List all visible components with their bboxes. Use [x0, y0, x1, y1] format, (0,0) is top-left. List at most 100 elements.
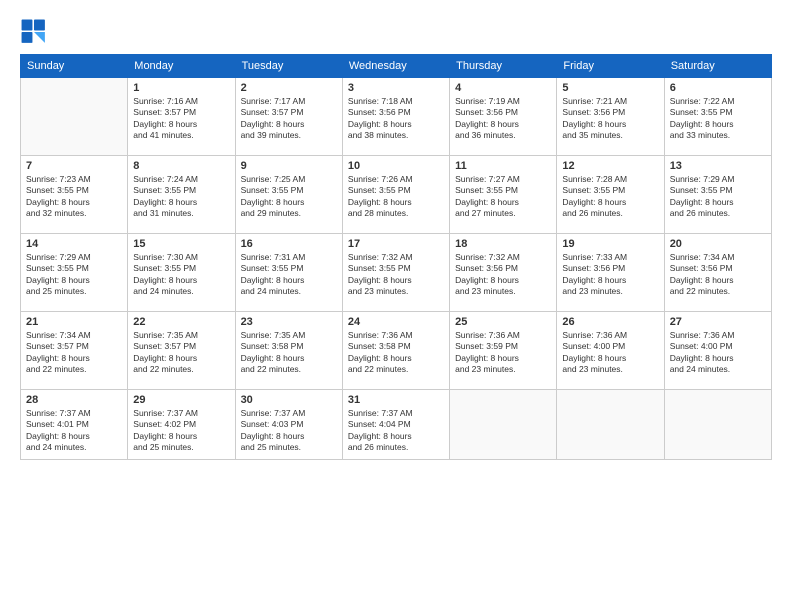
day-info: Sunrise: 7:34 AM Sunset: 3:56 PM Dayligh…: [670, 252, 766, 298]
day-info: Sunrise: 7:19 AM Sunset: 3:56 PM Dayligh…: [455, 96, 551, 142]
day-info: Sunrise: 7:21 AM Sunset: 3:56 PM Dayligh…: [562, 96, 658, 142]
day-number: 11: [455, 160, 551, 172]
day-number: 27: [670, 316, 766, 328]
calendar-cell: [664, 390, 771, 460]
day-info: Sunrise: 7:31 AM Sunset: 3:55 PM Dayligh…: [241, 252, 337, 298]
day-info: Sunrise: 7:29 AM Sunset: 3:55 PM Dayligh…: [670, 174, 766, 220]
calendar-cell: 17 Sunrise: 7:32 AM Sunset: 3:55 PM Dayli…: [342, 234, 449, 312]
week-row-4: 21 Sunrise: 7:34 AM Sunset: 3:57 PM Dayli…: [21, 312, 772, 390]
calendar-cell: [21, 78, 128, 156]
calendar-cell: 25Sunrise: 7:36 AM Sunset: 3:59 PM Dayli…: [450, 312, 557, 390]
day-info: Sunrise: 7:30 AM Sunset: 3:55 PM Dayligh…: [133, 252, 229, 298]
day-number: 16: [241, 238, 337, 250]
calendar-cell: 2 Sunrise: 7:17 AM Sunset: 3:57 PM Daylig…: [235, 78, 342, 156]
calendar-cell: [450, 390, 557, 460]
day-number: 3: [348, 82, 444, 94]
calendar-cell: 23 Sunrise: 7:35 AM Sunset: 3:58 PM Dayli…: [235, 312, 342, 390]
week-row-3: 14 Sunrise: 7:29 AM Sunset: 3:55 PM Dayli…: [21, 234, 772, 312]
day-info: Sunrise: 7:24 AM Sunset: 3:55 PM Dayligh…: [133, 174, 229, 220]
day-info: Sunrise: 7:36 AM Sunset: 4:00 PM Dayligh…: [670, 330, 766, 376]
day-number: 8: [133, 160, 229, 172]
day-number: 6: [670, 82, 766, 94]
day-number: 29: [133, 394, 229, 406]
calendar-cell: 21 Sunrise: 7:34 AM Sunset: 3:57 PM Dayli…: [21, 312, 128, 390]
day-info: Sunrise: 7:29 AM Sunset: 3:55 PM Dayligh…: [26, 252, 122, 298]
calendar-table: SundayMondayTuesdayWednesdayThursdayFrid…: [20, 54, 772, 460]
calendar-cell: 1 Sunrise: 7:16 AM Sunset: 3:57 PM Daylig…: [128, 78, 235, 156]
day-number: 31: [348, 394, 444, 406]
calendar-cell: 28 Sunrise: 7:37 AM Sunset: 4:01 PM Dayli…: [21, 390, 128, 460]
calendar-cell: 9 Sunrise: 7:25 AM Sunset: 3:55 PM Daylig…: [235, 156, 342, 234]
day-info: Sunrise: 7:34 AM Sunset: 3:57 PM Dayligh…: [26, 330, 122, 376]
calendar-cell: 19 Sunrise: 7:33 AM Sunset: 3:56 PM Dayli…: [557, 234, 664, 312]
logo-icon: [20, 18, 48, 46]
logo: [20, 18, 50, 46]
calendar-cell: 26 Sunrise: 7:36 AM Sunset: 4:00 PM Dayli…: [557, 312, 664, 390]
week-row-2: 7 Sunrise: 7:23 AM Sunset: 3:55 PM Daylig…: [21, 156, 772, 234]
day-number: 28: [26, 394, 122, 406]
day-info: Sunrise: 7:36 AM Sunset: 4:00 PM Dayligh…: [562, 330, 658, 376]
calendar-cell: 30 Sunrise: 7:37 AM Sunset: 4:03 PM Dayli…: [235, 390, 342, 460]
day-info: Sunrise: 7:35 AM Sunset: 3:57 PM Dayligh…: [133, 330, 229, 376]
week-row-1: 1 Sunrise: 7:16 AM Sunset: 3:57 PM Daylig…: [21, 78, 772, 156]
header: [20, 18, 772, 46]
day-number: 23: [241, 316, 337, 328]
day-info: Sunrise: 7:28 AM Sunset: 3:55 PM Dayligh…: [562, 174, 658, 220]
day-info: Sunrise: 7:37 AM Sunset: 4:04 PM Dayligh…: [348, 408, 444, 454]
day-number: 17: [348, 238, 444, 250]
day-info: Sunrise: 7:36 AM Sunset: 3:59 PM Dayligh…: [455, 330, 551, 376]
day-info: Sunrise: 7:16 AM Sunset: 3:57 PM Dayligh…: [133, 96, 229, 142]
day-number: 20: [670, 238, 766, 250]
day-info: Sunrise: 7:17 AM Sunset: 3:57 PM Dayligh…: [241, 96, 337, 142]
day-number: 24: [348, 316, 444, 328]
weekday-header-row: SundayMondayTuesdayWednesdayThursdayFrid…: [21, 55, 772, 78]
day-number: 22: [133, 316, 229, 328]
calendar-cell: 5 Sunrise: 7:21 AM Sunset: 3:56 PM Daylig…: [557, 78, 664, 156]
calendar-cell: 13 Sunrise: 7:29 AM Sunset: 3:55 PM Dayli…: [664, 156, 771, 234]
day-info: Sunrise: 7:32 AM Sunset: 3:55 PM Dayligh…: [348, 252, 444, 298]
day-info: Sunrise: 7:36 AM Sunset: 3:58 PM Dayligh…: [348, 330, 444, 376]
day-info: Sunrise: 7:37 AM Sunset: 4:01 PM Dayligh…: [26, 408, 122, 454]
weekday-header-saturday: Saturday: [664, 55, 771, 78]
calendar-cell: 18Sunrise: 7:32 AM Sunset: 3:56 PM Dayli…: [450, 234, 557, 312]
calendar-cell: 6 Sunrise: 7:22 AM Sunset: 3:55 PM Daylig…: [664, 78, 771, 156]
weekday-header-sunday: Sunday: [21, 55, 128, 78]
weekday-header-tuesday: Tuesday: [235, 55, 342, 78]
calendar-cell: 4Sunrise: 7:19 AM Sunset: 3:56 PM Daylig…: [450, 78, 557, 156]
day-info: Sunrise: 7:26 AM Sunset: 3:55 PM Dayligh…: [348, 174, 444, 220]
day-number: 9: [241, 160, 337, 172]
day-info: Sunrise: 7:35 AM Sunset: 3:58 PM Dayligh…: [241, 330, 337, 376]
day-number: 14: [26, 238, 122, 250]
day-number: 10: [348, 160, 444, 172]
day-info: Sunrise: 7:37 AM Sunset: 4:03 PM Dayligh…: [241, 408, 337, 454]
day-number: 13: [670, 160, 766, 172]
day-info: Sunrise: 7:18 AM Sunset: 3:56 PM Dayligh…: [348, 96, 444, 142]
calendar-cell: 12Sunrise: 7:28 AM Sunset: 3:55 PM Dayli…: [557, 156, 664, 234]
day-info: Sunrise: 7:32 AM Sunset: 3:56 PM Dayligh…: [455, 252, 551, 298]
day-number: 19: [562, 238, 658, 250]
calendar-cell: 7 Sunrise: 7:23 AM Sunset: 3:55 PM Daylig…: [21, 156, 128, 234]
day-info: Sunrise: 7:22 AM Sunset: 3:55 PM Dayligh…: [670, 96, 766, 142]
week-row-5: 28 Sunrise: 7:37 AM Sunset: 4:01 PM Dayli…: [21, 390, 772, 460]
day-number: 1: [133, 82, 229, 94]
day-info: Sunrise: 7:25 AM Sunset: 3:55 PM Dayligh…: [241, 174, 337, 220]
calendar-cell: [557, 390, 664, 460]
day-number: 30: [241, 394, 337, 406]
day-number: 26: [562, 316, 658, 328]
calendar-cell: 10 Sunrise: 7:26 AM Sunset: 3:55 PM Dayli…: [342, 156, 449, 234]
day-info: Sunrise: 7:27 AM Sunset: 3:55 PM Dayligh…: [455, 174, 551, 220]
day-number: 21: [26, 316, 122, 328]
day-number: 2: [241, 82, 337, 94]
day-number: 5: [562, 82, 658, 94]
day-info: Sunrise: 7:33 AM Sunset: 3:56 PM Dayligh…: [562, 252, 658, 298]
calendar-cell: 14 Sunrise: 7:29 AM Sunset: 3:55 PM Dayli…: [21, 234, 128, 312]
day-number: 7: [26, 160, 122, 172]
calendar-cell: 3 Sunrise: 7:18 AM Sunset: 3:56 PM Daylig…: [342, 78, 449, 156]
day-info: Sunrise: 7:23 AM Sunset: 3:55 PM Dayligh…: [26, 174, 122, 220]
calendar-cell: 27 Sunrise: 7:36 AM Sunset: 4:00 PM Dayli…: [664, 312, 771, 390]
calendar-cell: 16 Sunrise: 7:31 AM Sunset: 3:55 PM Dayli…: [235, 234, 342, 312]
weekday-header-thursday: Thursday: [450, 55, 557, 78]
day-info: Sunrise: 7:37 AM Sunset: 4:02 PM Dayligh…: [133, 408, 229, 454]
weekday-header-wednesday: Wednesday: [342, 55, 449, 78]
calendar-page: SundayMondayTuesdayWednesdayThursdayFrid…: [0, 0, 792, 612]
